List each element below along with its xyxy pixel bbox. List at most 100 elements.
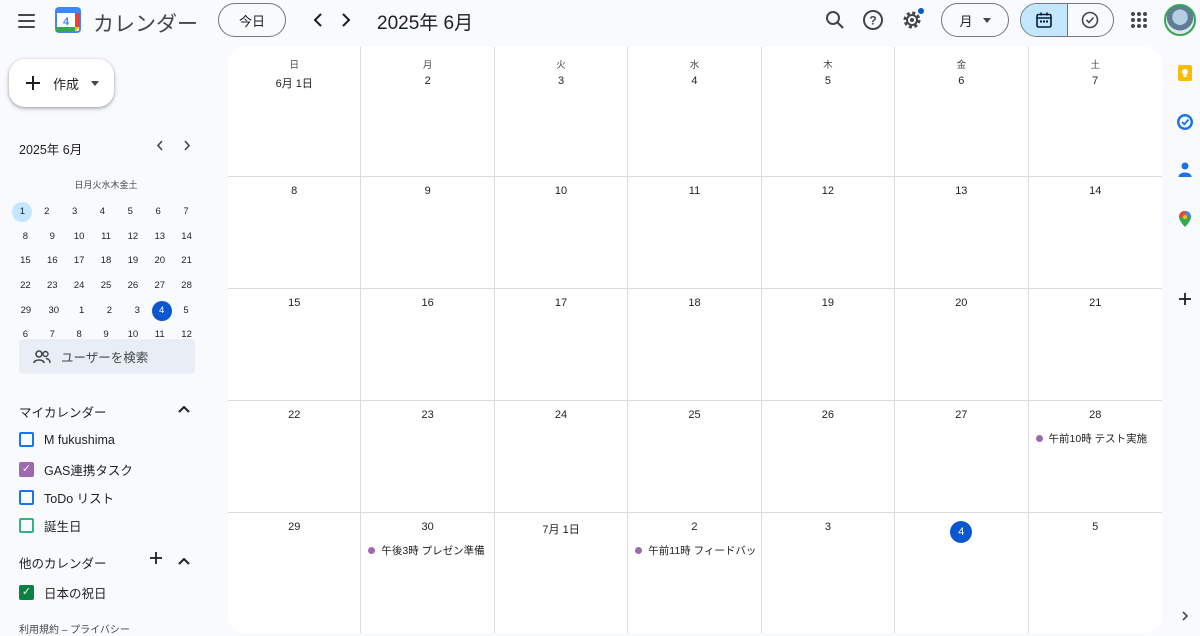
tasks-view-button[interactable] (1068, 4, 1114, 36)
date-number[interactable]: 23 (361, 409, 493, 421)
mini-calendar-day[interactable]: 3 (61, 202, 88, 222)
day-cell[interactable]: 4 (895, 513, 1029, 633)
mini-calendar-day[interactable]: 13 (146, 227, 173, 247)
date-number[interactable]: 26 (762, 409, 894, 421)
date-number[interactable]: 15 (228, 297, 360, 309)
mini-calendar-day[interactable]: 12 (119, 227, 146, 247)
date-number[interactable]: 16 (361, 297, 493, 309)
date-number[interactable]: 17 (495, 297, 627, 309)
date-number[interactable]: 12 (762, 185, 894, 197)
mini-calendar-day[interactable]: 9 (39, 227, 66, 247)
mini-calendar-day[interactable]: 1 (12, 202, 33, 223)
day-cell[interactable]: 13 (895, 177, 1029, 288)
day-cell[interactable]: 7月 1日 (495, 513, 629, 633)
collapse-my-calendars-button[interactable] (178, 400, 190, 417)
event-chip[interactable]: 午後3時 プレゼン準備 (368, 543, 489, 558)
day-cell[interactable]: 24 (495, 401, 629, 512)
mini-calendar-day[interactable]: 21 (173, 251, 200, 271)
mini-calendar-day[interactable]: 7 (172, 202, 199, 222)
my-calendars-title[interactable]: マイカレンダー (19, 402, 107, 421)
mini-calendar-day[interactable]: 11 (93, 227, 120, 247)
checkbox-checked[interactable]: ✓ (19, 462, 34, 477)
keep-icon[interactable] (1176, 64, 1194, 82)
date-number[interactable]: 5 (762, 75, 894, 87)
today-button[interactable]: 今日 (218, 3, 286, 37)
date-number[interactable]: 2 (628, 521, 760, 533)
mini-next-button[interactable] (183, 139, 191, 154)
help-button[interactable]: ? (861, 8, 885, 32)
date-number[interactable]: 3 (495, 75, 627, 87)
day-cell[interactable]: 木5 (762, 47, 896, 176)
calendar-view-button[interactable] (1021, 4, 1068, 36)
date-number[interactable]: 9 (361, 185, 493, 197)
day-cell[interactable]: 20 (895, 289, 1029, 400)
day-cell[interactable]: 18 (628, 289, 762, 400)
mini-calendar-day[interactable]: 4 (151, 300, 172, 321)
date-number[interactable]: 21 (1029, 297, 1162, 309)
checkbox-unchecked[interactable] (19, 518, 34, 533)
date-number[interactable]: 22 (228, 409, 360, 421)
day-cell[interactable]: 8 (228, 177, 362, 288)
next-month-button[interactable] (334, 8, 358, 32)
calendar-list-item[interactable]: M fukushima (19, 432, 115, 447)
mini-prev-button[interactable] (156, 139, 164, 154)
calendar-list-item[interactable]: 誕生日 (19, 516, 82, 535)
day-cell[interactable]: 25 (628, 401, 762, 512)
apps-launcher-button[interactable] (1127, 8, 1151, 32)
mini-calendar-day[interactable]: 5 (172, 301, 199, 321)
date-number[interactable]: 7 (1029, 75, 1162, 87)
mini-calendar-day[interactable]: 19 (119, 251, 146, 271)
mini-calendar-day[interactable]: 30 (40, 301, 67, 321)
day-cell[interactable]: 30 午後3時 プレゼン準備 (361, 513, 495, 633)
mini-calendar-day[interactable]: 8 (12, 227, 39, 247)
tasks-icon[interactable] (1176, 113, 1194, 131)
day-cell[interactable]: 火3 (495, 47, 629, 176)
date-number[interactable]: 30 (361, 521, 493, 533)
account-avatar[interactable] (1164, 4, 1196, 36)
previous-month-button[interactable] (306, 8, 330, 32)
mini-calendar-day[interactable]: 2 (96, 301, 123, 321)
mini-calendar-day[interactable]: 29 (12, 301, 39, 321)
date-number[interactable]: 20 (895, 297, 1027, 309)
calendar-list-item[interactable]: ✓ GAS連携タスク (19, 460, 133, 479)
date-number[interactable]: 5 (1029, 521, 1162, 533)
mini-calendar-day[interactable]: 10 (66, 227, 93, 247)
day-cell[interactable]: 日 6月 1日 (228, 47, 362, 176)
date-number[interactable]: 19 (762, 297, 894, 309)
add-other-calendar-button[interactable] (149, 551, 163, 569)
mini-calendar-day[interactable]: 17 (66, 251, 93, 271)
date-number[interactable]: 24 (495, 409, 627, 421)
day-cell[interactable]: 10 (495, 177, 629, 288)
date-number[interactable]: 18 (628, 297, 760, 309)
date-number[interactable]: 7月 1日 (495, 521, 627, 537)
date-number[interactable]: 10 (495, 185, 627, 197)
day-cell[interactable]: 23 (361, 401, 495, 512)
calendar-list-item[interactable]: ✓ 日本の祝日 (19, 583, 107, 602)
contacts-icon[interactable] (1176, 161, 1194, 179)
day-cell[interactable]: 19 (762, 289, 896, 400)
day-cell[interactable]: 土7 (1029, 47, 1162, 176)
date-number[interactable]: 27 (895, 409, 1027, 421)
day-cell[interactable]: 金6 (895, 47, 1029, 176)
day-cell[interactable]: 3 (762, 513, 896, 633)
day-cell[interactable]: 水4 (628, 47, 762, 176)
mini-calendar-day[interactable]: 24 (66, 276, 93, 296)
mini-calendar-day[interactable]: 15 (12, 251, 39, 271)
event-chip[interactable]: 午前10時 テスト実施 (1035, 431, 1158, 446)
day-cell[interactable]: 12 (762, 177, 896, 288)
day-cell[interactable]: 22 (228, 401, 362, 512)
mini-calendar-day[interactable]: 20 (146, 251, 173, 271)
mini-calendar-day[interactable]: 28 (173, 276, 200, 296)
mini-calendar-day[interactable]: 22 (12, 276, 39, 296)
create-button[interactable]: 作成 (9, 59, 114, 107)
date-number[interactable]: 4 (628, 75, 760, 87)
day-cell[interactable]: 11 (628, 177, 762, 288)
day-cell[interactable]: 月2 (361, 47, 495, 176)
expand-side-panel-chevron-icon[interactable] (1176, 607, 1194, 625)
date-number[interactable]: 6 (895, 75, 1027, 87)
mini-calendar-day[interactable]: 4 (89, 202, 116, 222)
date-number[interactable]: 6月 1日 (228, 75, 360, 91)
date-number[interactable]: 13 (895, 185, 1027, 197)
day-cell[interactable]: 15 (228, 289, 362, 400)
checkbox-unchecked[interactable] (19, 432, 34, 447)
